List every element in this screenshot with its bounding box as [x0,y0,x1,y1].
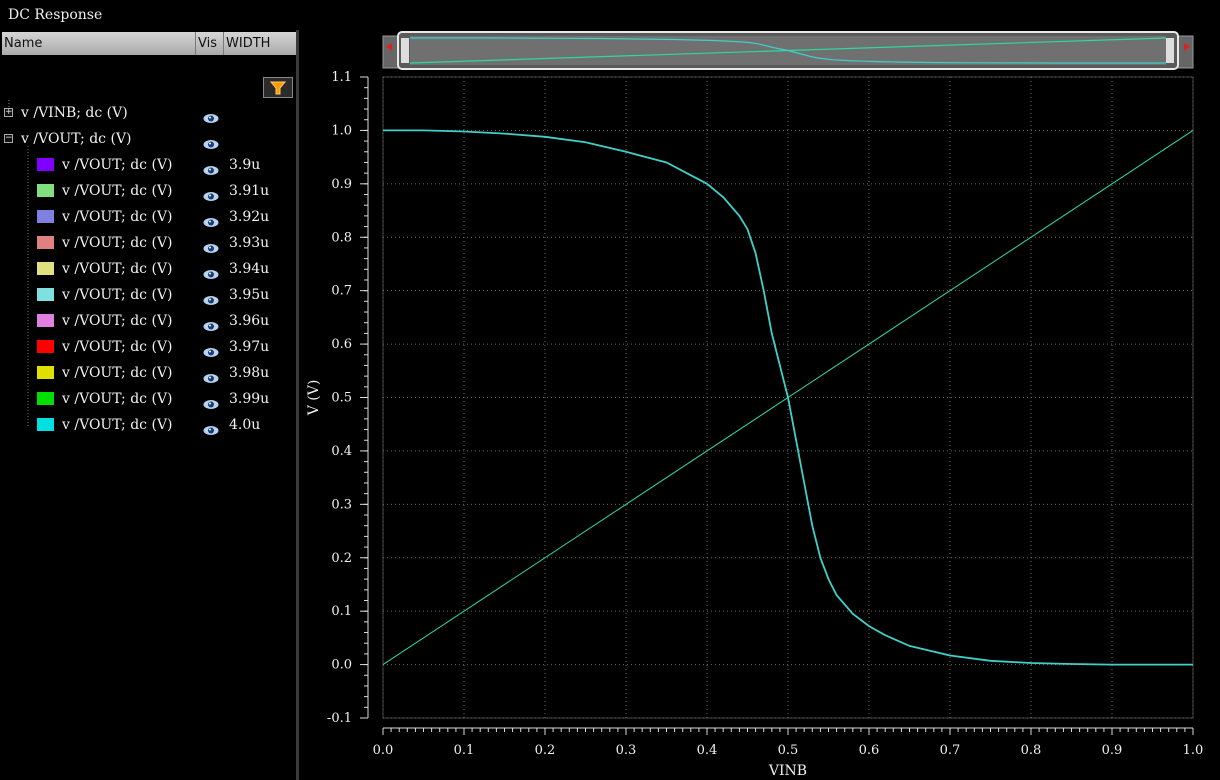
x-tick-label: 0.3 [616,743,637,758]
y-tick-label: -0.1 [327,711,352,726]
y-tick-label: 0.7 [331,284,352,299]
y-tick-label: 0.4 [331,444,352,459]
x-tick-label: 0.7 [940,743,961,758]
x-tick-label: 0.1 [454,743,475,758]
overview-right-handle[interactable] [1166,38,1174,63]
x-tick-label: 1.0 [1183,743,1204,758]
x-tick-label: 0.8 [1021,743,1042,758]
plot-area: 0.0 0.1 0.2 0.3 0.4 0.5 0.6 0.7 0.8 0.9 1.0 -0.1 0.0… [306,31,1203,779]
y-tick-label: 0.1 [331,604,352,619]
y-tick-label: 0.0 [331,658,352,673]
x-tick-label: 0.6 [859,743,880,758]
overview-left-handle[interactable] [401,38,409,63]
axes: 0.0 0.1 0.2 0.3 0.4 0.5 0.6 0.7 0.8 0.9 1.0 -0.1 0.0… [327,70,1203,758]
y-tick-label: 0.5 [331,391,352,406]
x-tick-label: 0.9 [1102,743,1123,758]
x-axis-label: VINB [768,763,807,779]
x-tick-label: 0.5 [778,743,799,758]
y-tick-label: 0.9 [331,177,352,192]
y-tick-label: 1.0 [331,123,352,138]
y-tick-label: 0.3 [331,497,352,512]
x-tick-label: 0.2 [535,743,556,758]
overview-scrollbar[interactable] [382,31,1194,70]
y-tick-label: 1.1 [331,70,352,85]
x-tick-label: 0.0 [373,743,394,758]
x-tick-label: 0.4 [697,743,718,758]
y-axis-label: V (V) [306,380,322,417]
y-tick-label: 0.6 [331,337,352,352]
y-tick-label: 0.2 [331,551,352,566]
y-tick-label: 0.8 [331,230,352,245]
